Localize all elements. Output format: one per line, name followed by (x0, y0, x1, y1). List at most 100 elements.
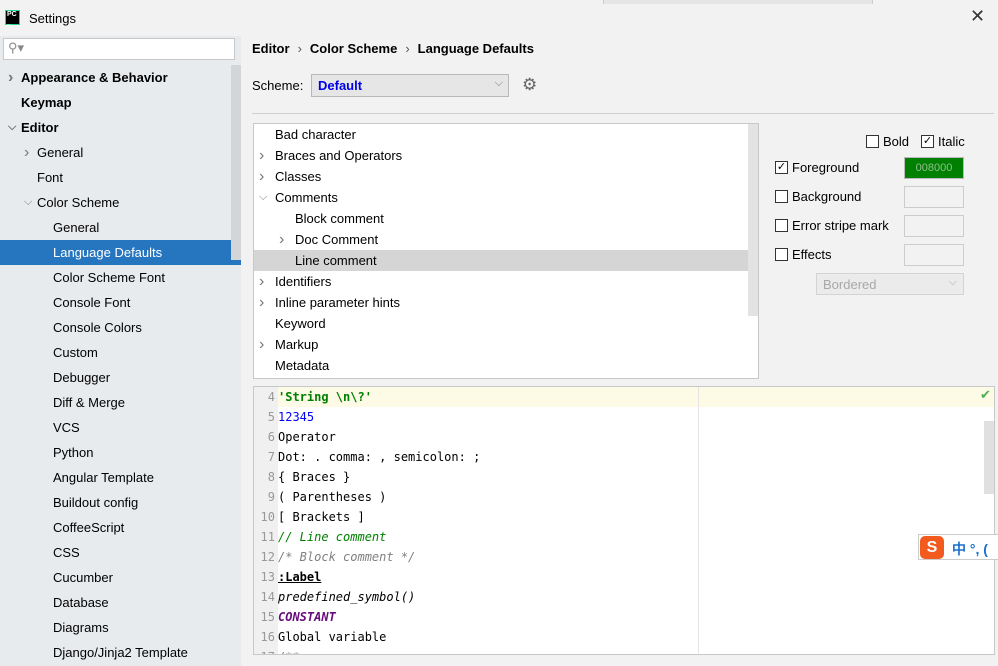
sidebar-item[interactable]: Keymap (0, 90, 241, 115)
sidebar-item-label: Debugger (53, 370, 111, 385)
sidebar-item[interactable]: Cucumber (0, 565, 241, 590)
sidebar-item[interactable]: Diagrams (0, 615, 241, 640)
chevron-right-icon[interactable]: › (259, 166, 264, 187)
sidebar-item[interactable]: Custom (0, 340, 241, 365)
sidebar-item-label: Language Defaults (53, 245, 163, 260)
foreground-color-swatch[interactable]: 008000 (904, 157, 964, 179)
tree-item[interactable]: Bad character (254, 124, 749, 145)
sidebar-item[interactable]: General (0, 215, 241, 240)
chevron-right-icon[interactable]: › (259, 271, 264, 292)
sidebar-item[interactable]: Color Scheme Font (0, 265, 241, 290)
code-line: 12345 (278, 410, 315, 424)
code-line: { Braces } (278, 470, 351, 484)
bold-checkbox[interactable] (866, 135, 879, 148)
sidebar-item[interactable]: Buildout config (0, 490, 241, 515)
chevron-down-icon: ⌵ (948, 276, 957, 288)
search-input[interactable]: ⚲▾ (3, 38, 235, 60)
ime-status: 中 °, ( (952, 541, 988, 557)
chevron-right-icon[interactable]: › (259, 292, 264, 313)
chevron-right-icon[interactable]: › (279, 229, 284, 250)
chevron-down-icon[interactable]: ⌵ (259, 187, 267, 208)
ime-toolbar[interactable]: S 中 °, ( (918, 534, 998, 560)
bold-label: Bold (883, 134, 910, 149)
line-number: 8 (267, 470, 275, 484)
background-checkbox[interactable] (775, 190, 788, 203)
sidebar-item[interactable]: Font (0, 165, 241, 190)
sidebar-item[interactable]: Django/Jinja2 Template (0, 640, 241, 665)
sidebar-item[interactable]: ⌵ Color Scheme (0, 190, 241, 215)
tree-item[interactable]: Block comment (254, 208, 749, 229)
breadcrumb-item[interactable]: Editor (252, 41, 290, 56)
tree-item[interactable]: › Identifiers (254, 271, 749, 292)
effects-checkbox[interactable] (775, 248, 788, 261)
sidebar-item[interactable]: Debugger (0, 365, 241, 390)
sidebar-item[interactable]: › Appearance & Behavior (0, 65, 241, 90)
tree-item[interactable]: Keyword (254, 313, 749, 334)
sidebar-item-label: Color Scheme (37, 195, 120, 210)
sidebar-item[interactable]: Console Font (0, 290, 241, 315)
background-color-swatch[interactable] (904, 186, 964, 208)
sidebar-item-label: Console Colors (53, 320, 142, 335)
chevron-right-icon[interactable]: › (259, 334, 264, 355)
sidebar-item[interactable]: Python (0, 440, 241, 465)
tree-item-label: Comments (275, 190, 338, 205)
sogou-logo-icon: S (920, 536, 944, 559)
line-number: 14 (260, 590, 275, 604)
sidebar-item[interactable]: Console Colors (0, 315, 241, 340)
tree-item-label: Metadata (275, 358, 330, 373)
tree-item[interactable]: › Markup (254, 334, 749, 355)
sidebar-item-label: CoffeeScript (53, 520, 125, 535)
error-stripe-checkbox[interactable] (775, 219, 788, 232)
line-number: 10 (260, 510, 275, 524)
chevron-down-icon[interactable]: ⌵ (24, 190, 32, 215)
line-number: 6 (267, 430, 275, 444)
sidebar-item-label: CSS (53, 545, 80, 560)
preview-scrollbar[interactable] (984, 421, 994, 494)
error-stripe-color-swatch[interactable] (904, 215, 964, 237)
sidebar-item[interactable]: ⌵ Editor (0, 115, 241, 140)
chevron-right-icon[interactable]: › (8, 65, 13, 90)
sidebar-item[interactable]: VCS (0, 415, 241, 440)
tree-item[interactable]: › Braces and Operators (254, 145, 749, 166)
sidebar-scrollbar[interactable] (231, 65, 241, 260)
effects-color-swatch[interactable] (904, 244, 964, 266)
line-number: 4 (267, 390, 275, 404)
chevron-right-icon: › (405, 41, 410, 56)
sidebar-item[interactable]: Language Defaults (0, 240, 241, 265)
sidebar-item-label: General (37, 145, 84, 160)
sidebar-item[interactable]: CoffeeScript (0, 515, 241, 540)
breadcrumb-item: Language Defaults (417, 41, 534, 56)
tree-item[interactable]: Metadata (254, 355, 749, 376)
scheme-select[interactable]: Default ⌵ (311, 74, 509, 97)
gear-icon[interactable]: ⚙ (522, 75, 537, 95)
breadcrumb-item[interactable]: Color Scheme (310, 41, 397, 56)
sidebar-item[interactable]: Angular Template (0, 465, 241, 490)
sidebar-item-label: Editor (21, 120, 59, 135)
chevron-down-icon[interactable]: ⌵ (8, 115, 16, 140)
sidebar-item-label: VCS (53, 420, 80, 435)
sidebar-item-label: Diagrams (53, 620, 109, 635)
effects-style-select: Bordered ⌵ (816, 273, 964, 295)
background-window-strip (603, 0, 873, 4)
error-stripe-label: Error stripe mark (792, 218, 889, 233)
tree-item[interactable]: › Inline parameter hints (254, 292, 749, 313)
chevron-right-icon[interactable]: › (24, 140, 29, 165)
code-line: /* Block comment */ (278, 550, 416, 564)
close-icon[interactable]: ✕ (970, 6, 985, 27)
tree-item[interactable]: ⌵ Comments (254, 187, 749, 208)
scheme-value: Default (318, 78, 363, 93)
tree-item[interactable]: Line comment (254, 250, 749, 271)
sidebar-item[interactable]: › General (0, 140, 241, 165)
sidebar-item[interactable]: Database (0, 590, 241, 615)
code-line: :Label (278, 570, 322, 584)
tree-item[interactable]: › Classes (254, 166, 749, 187)
line-number: 15 (260, 610, 275, 624)
sidebar-item[interactable]: CSS (0, 540, 241, 565)
tree-scrollbar[interactable] (748, 124, 758, 316)
code-preview[interactable]: ✔ 4 'String \n\?' 5 12345 6 Operator 7 Dot: . c… (253, 386, 995, 655)
chevron-right-icon[interactable]: › (259, 145, 264, 166)
italic-checkbox[interactable]: ✓ (921, 135, 934, 148)
tree-item[interactable]: › Doc Comment (254, 229, 749, 250)
foreground-checkbox[interactable]: ✓ (775, 161, 788, 174)
sidebar-item[interactable]: Diff & Merge (0, 390, 241, 415)
